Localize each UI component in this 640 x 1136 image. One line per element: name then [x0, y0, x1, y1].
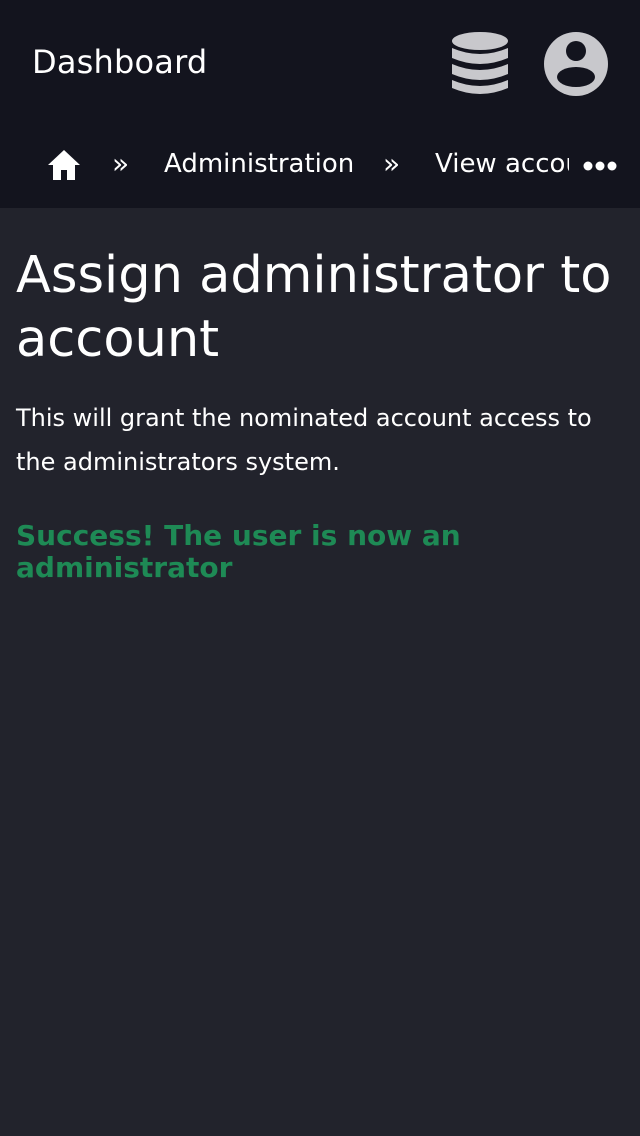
top-navigation-bar: Dashboard » Administration » View accoun… — [0, 0, 640, 208]
success-message: Success! The user is now an administrato… — [16, 519, 461, 584]
more-horizontal-icon[interactable] — [582, 158, 618, 172]
home-icon[interactable] — [46, 148, 82, 182]
user-avatar-icon[interactable] — [544, 32, 608, 96]
app-title[interactable]: Dashboard — [32, 42, 207, 82]
database-icon[interactable] — [450, 30, 510, 98]
breadcrumb-item-administration[interactable]: Administration — [164, 146, 354, 182]
breadcrumb-separator: » — [383, 147, 401, 180]
page-title: Assign administrator to account — [16, 246, 612, 369]
breadcrumb-separator: » — [112, 147, 130, 180]
breadcrumb-item-view-account[interactable]: View account — [435, 146, 569, 182]
page-description: This will grant the nominated account ac… — [16, 404, 592, 476]
breadcrumb: » Administration » View account — [0, 130, 640, 200]
